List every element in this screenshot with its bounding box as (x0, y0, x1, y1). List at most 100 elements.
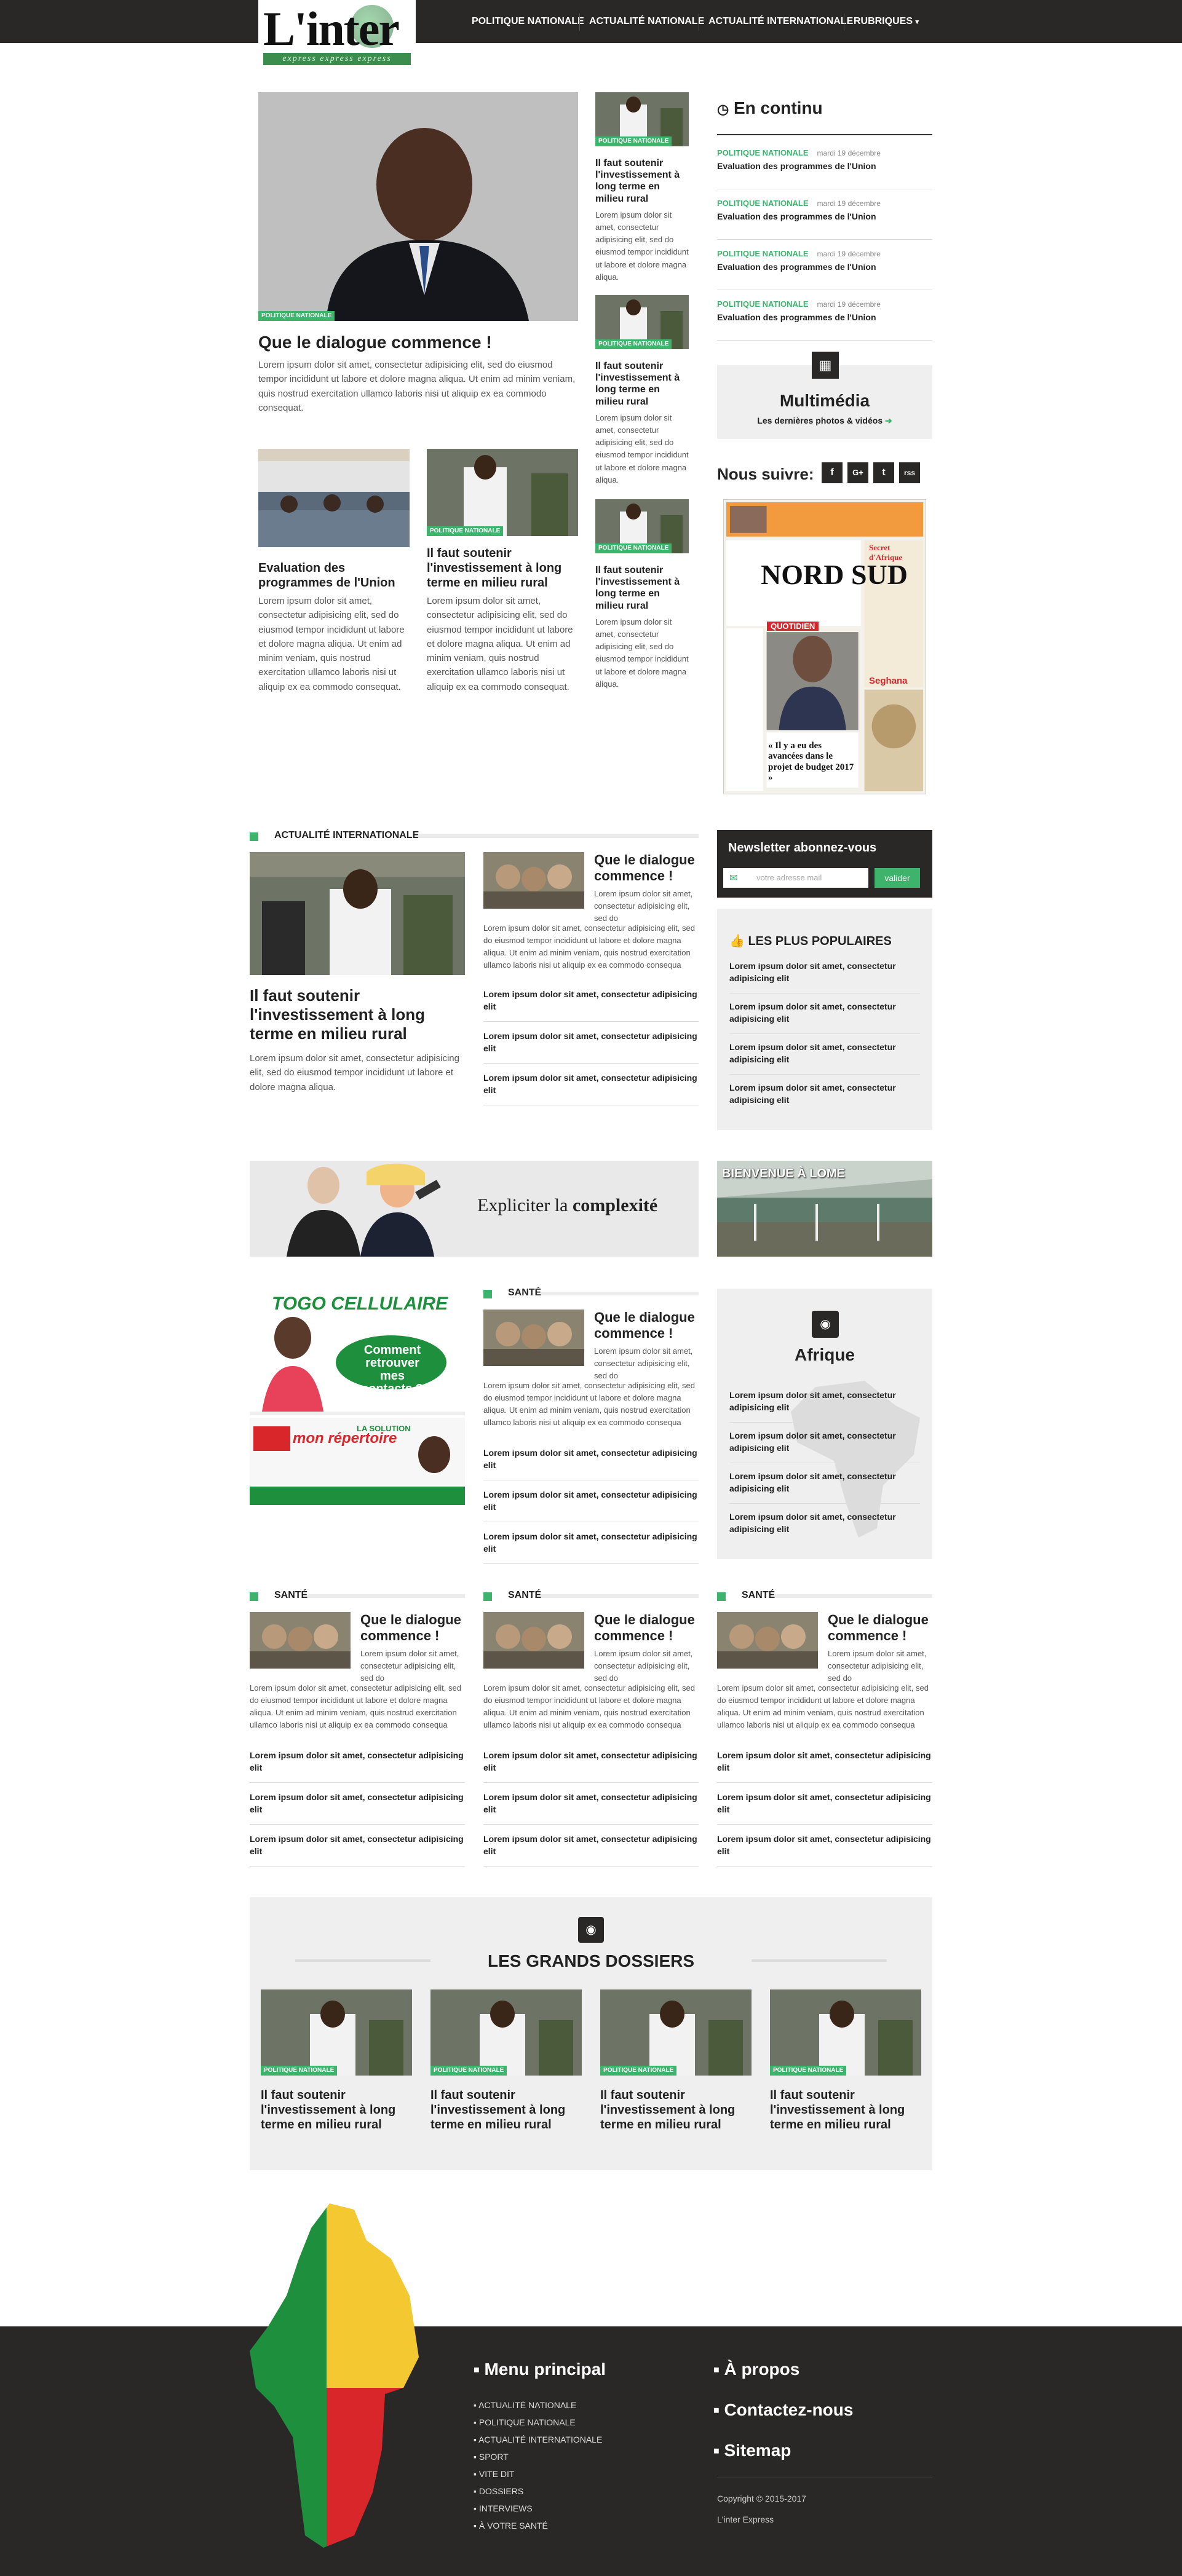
article-image[interactable] (427, 449, 578, 536)
newsletter-email-input[interactable]: ✉ votre adresse mail (723, 868, 868, 888)
headline-link[interactable]: Lorem ipsum dolor sit amet, consectetur … (250, 1792, 465, 1825)
headline-link[interactable]: Lorem ipsum dolor sit amet, consectetur … (483, 1072, 699, 1106)
article-title[interactable]: Il faut soutenir l'investissement à long… (595, 157, 689, 205)
intl-main-image[interactable] (250, 852, 465, 975)
headline-link[interactable]: Lorem ipsum dolor sit amet, consectetur … (483, 1030, 699, 1064)
rss-icon[interactable]: rss (899, 462, 920, 483)
popular-link[interactable]: Lorem ipsum dolor sit amet, consectetur … (729, 1041, 920, 1075)
sante-heading[interactable]: SANTÉ (508, 1287, 541, 1298)
sante-col-heading[interactable]: SANTÉ (508, 1590, 541, 1601)
headline-link[interactable]: Lorem ipsum dolor sit amet, consectetur … (483, 1531, 699, 1565)
newspaper-cover-image[interactable]: NORD SUD QUOTIDIEN Secret d'Afrique Segh… (723, 499, 926, 794)
nav-rubriques[interactable]: RUBRIQUES ▾ (854, 0, 919, 43)
category-tag[interactable]: POLITIQUE NATIONALE (595, 136, 672, 146)
footer-link-about[interactable]: ■ À propos (713, 2360, 799, 2379)
dossier-image[interactable] (430, 1989, 582, 2076)
category-tag[interactable]: POLITIQUE NATIONALE (258, 311, 335, 321)
sante-col-title[interactable]: Que le dialogue commence ! (828, 1612, 932, 1645)
site-logo[interactable]: L'inter express express express (258, 0, 416, 69)
multimedia-subtitle[interactable]: Les dernières photos & vidéos ➔ (717, 416, 932, 426)
hero-image[interactable] (258, 92, 578, 321)
dossier-image[interactable] (600, 1989, 752, 2076)
nav-actualite-nationale[interactable]: ACTUALITÉ NATIONALE (589, 0, 704, 43)
footer-menu-link[interactable]: ▪ SPORT (474, 2452, 509, 2462)
feed-item[interactable]: POLITIQUE NATIONALE mardi 19 décembre Eval… (717, 191, 932, 240)
footer-menu-link[interactable]: ▪ VITE DIT (474, 2469, 514, 2479)
category-tag[interactable]: POLITIQUE NATIONALE (600, 2066, 677, 2076)
category-tag[interactable]: POLITIQUE NATIONALE (770, 2066, 847, 2076)
feed-title[interactable]: Evaluation des programmes de l'Union (717, 211, 932, 221)
article-title[interactable]: Il faut soutenir l'investissement à long… (427, 546, 578, 590)
headline-link[interactable]: Lorem ipsum dolor sit amet, consectetur … (483, 1489, 699, 1523)
category-tag[interactable]: POLITIQUE NATIONALE (427, 526, 504, 536)
headline-link[interactable]: Lorem ipsum dolor sit amet, consectetur … (483, 1447, 699, 1481)
article-title[interactable]: Il faut soutenir l'investissement à long… (595, 564, 689, 612)
article-image[interactable] (717, 1612, 818, 1669)
afrique-link[interactable]: Lorem ipsum dolor sit amet, consectetur … (729, 1430, 920, 1464)
article-title[interactable]: Il faut soutenir l'investissement à long… (595, 360, 689, 408)
sante-col-heading[interactable]: SANTÉ (274, 1590, 307, 1601)
feed-title[interactable]: Evaluation des programmes de l'Union (717, 262, 932, 272)
afrique-link[interactable]: Lorem ipsum dolor sit amet, consectetur … (729, 1511, 920, 1544)
intl-main-title[interactable]: Il faut soutenir l'investissement à long… (250, 986, 465, 1044)
popular-link[interactable]: Lorem ipsum dolor sit amet, consectetur … (729, 1082, 920, 1115)
footer-menu-link[interactable]: ▪ ACTUALITÉ NATIONALE (474, 2400, 576, 2410)
feed-item[interactable]: POLITIQUE NATIONALE mardi 19 décembre Eval… (717, 241, 932, 290)
sante-title[interactable]: Que le dialogue commence ! (594, 1310, 699, 1342)
category-tag[interactable]: POLITIQUE NATIONALE (261, 2066, 338, 2076)
category-tag[interactable]: POLITIQUE NATIONALE (595, 543, 672, 553)
article-image[interactable] (483, 852, 584, 909)
article-title[interactable]: Evaluation des programmes de l'Union (258, 561, 410, 590)
sante-col-title[interactable]: Que le dialogue commence ! (360, 1612, 465, 1645)
feed-category[interactable]: POLITIQUE NATIONALE (717, 249, 809, 258)
footer-menu-link[interactable]: ▪ À VOTRE SANTÉ (474, 2521, 548, 2531)
feed-category[interactable]: POLITIQUE NATIONALE (717, 299, 809, 309)
feed-category[interactable]: POLITIQUE NATIONALE (717, 199, 809, 208)
headline-link[interactable]: Lorem ipsum dolor sit amet, consectetur … (483, 1792, 699, 1825)
sante-col-title[interactable]: Que le dialogue commence ! (594, 1612, 699, 1645)
feed-title[interactable]: Evaluation des programmes de l'Union (717, 161, 932, 171)
article-image[interactable] (483, 1612, 584, 1669)
dossier-image[interactable] (770, 1989, 921, 2076)
newsletter-submit-button[interactable]: valider (875, 868, 920, 888)
footer-link-contact[interactable]: ■ Contactez-nous (713, 2400, 853, 2420)
intl-secondary-title[interactable]: Que le dialogue commence ! (594, 852, 699, 885)
article-image[interactable] (250, 1612, 351, 1669)
headline-link[interactable]: Lorem ipsum dolor sit amet, consectetur … (250, 1833, 465, 1867)
headline-link[interactable]: Lorem ipsum dolor sit amet, consectetur … (250, 1750, 465, 1784)
headline-link[interactable]: Lorem ipsum dolor sit amet, consectetur … (483, 1833, 699, 1867)
dossier-title[interactable]: Il faut soutenir l'investissement à long… (770, 2088, 921, 2132)
category-tag[interactable]: POLITIQUE NATIONALE (595, 339, 672, 349)
footer-menu-link[interactable]: ▪ INTERVIEWS (474, 2503, 533, 2513)
popular-link[interactable]: Lorem ipsum dolor sit amet, consectetur … (729, 1001, 920, 1035)
footer-menu-link[interactable]: ▪ DOSSIERS (474, 2486, 523, 2496)
nav-actualite-internationale[interactable]: ACTUALITÉ INTERNATIONALE (708, 0, 853, 43)
twitter-icon[interactable]: t (873, 462, 894, 483)
headline-link[interactable]: Lorem ipsum dolor sit amet, consectetur … (483, 989, 699, 1022)
dossier-title[interactable]: Il faut soutenir l'investissement à long… (430, 2088, 582, 2132)
headline-link[interactable]: Lorem ipsum dolor sit amet, consectetur … (483, 1750, 699, 1784)
nav-politique-nationale[interactable]: POLITIQUE NATIONALE (472, 0, 584, 43)
afrique-link[interactable]: Lorem ipsum dolor sit amet, consectetur … (729, 1471, 920, 1504)
feed-title[interactable]: Evaluation des programmes de l'Union (717, 312, 932, 322)
feed-category[interactable]: POLITIQUE NATIONALE (717, 148, 809, 157)
intl-heading[interactable]: ACTUALITÉ INTERNATIONALE (274, 830, 419, 841)
dossier-image[interactable] (261, 1989, 412, 2076)
footer-menu-link[interactable]: ▪ ACTUALITÉ INTERNATIONALE (474, 2435, 602, 2444)
feed-item[interactable]: POLITIQUE NATIONALE mardi 19 décembre Eval… (717, 291, 932, 341)
dossier-title[interactable]: Il faut soutenir l'investissement à long… (600, 2088, 752, 2132)
hero-title[interactable]: Que le dialogue commence ! (258, 332, 578, 353)
headline-link[interactable]: Lorem ipsum dolor sit amet, consectetur … (717, 1750, 932, 1784)
category-tag[interactable]: POLITIQUE NATIONALE (430, 2066, 507, 2076)
footer-menu-link[interactable]: ▪ POLITIQUE NATIONALE (474, 2417, 576, 2427)
article-image[interactable] (483, 1310, 584, 1366)
headline-link[interactable]: Lorem ipsum dolor sit amet, consectetur … (717, 1833, 932, 1867)
sante-col-heading[interactable]: SANTÉ (742, 1590, 775, 1601)
dossier-title[interactable]: Il faut soutenir l'investissement à long… (261, 2088, 412, 2132)
article-image[interactable] (258, 449, 410, 547)
lome-image[interactable]: BIENVENUE À LOME (717, 1161, 932, 1257)
footer-link-sitemap[interactable]: ■ Sitemap (713, 2441, 791, 2460)
popular-link[interactable]: Lorem ipsum dolor sit amet, consectetur … (729, 960, 920, 994)
feed-item[interactable]: POLITIQUE NATIONALE mardi 19 décembre Eval… (717, 140, 932, 189)
afrique-link[interactable]: Lorem ipsum dolor sit amet, consectetur … (729, 1389, 920, 1423)
